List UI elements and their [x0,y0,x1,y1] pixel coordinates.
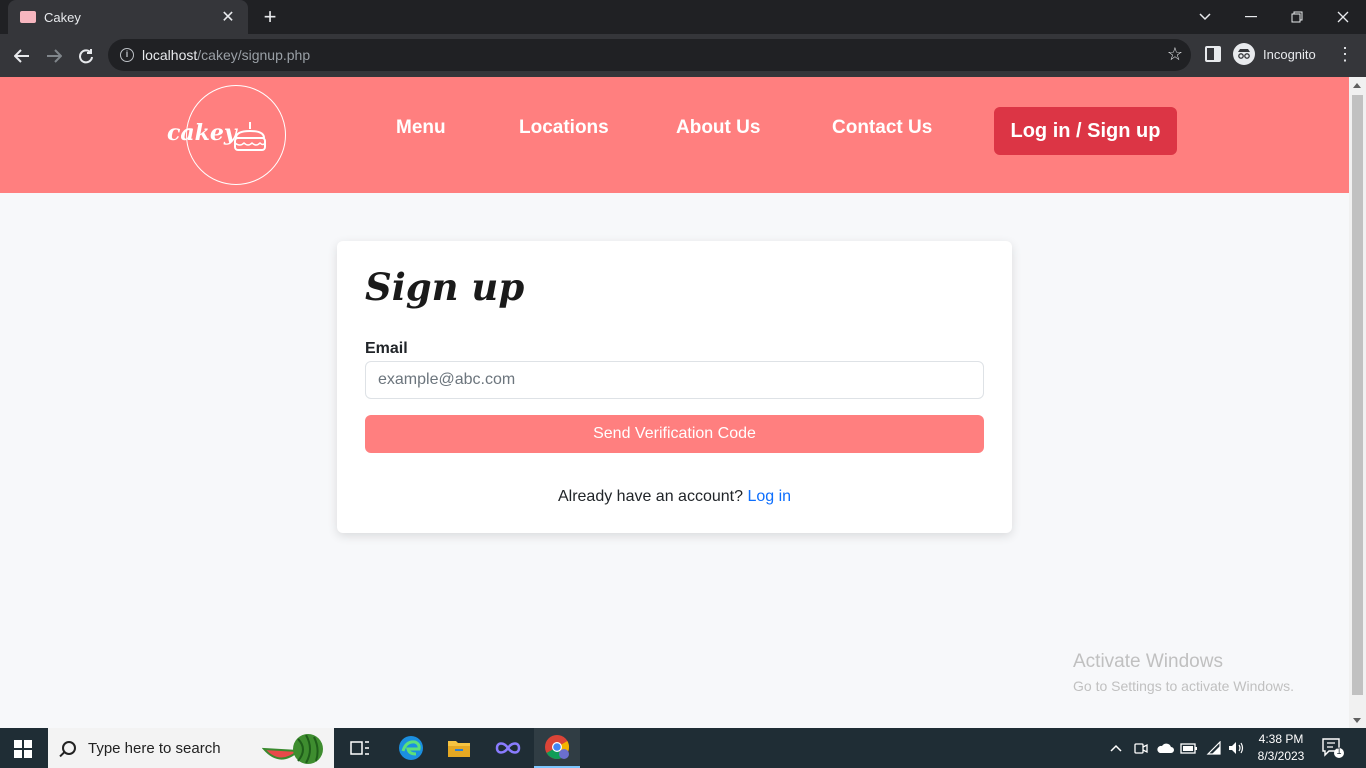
incognito-indicator[interactable]: Incognito [1233,43,1316,65]
signup-card: Sign up Email Send Verification Code Alr… [337,241,1012,533]
side-panel-icon[interactable] [1205,46,1221,62]
browser-tab[interactable]: Cakey ✕ [8,0,248,34]
url-path: /cakey/signup.php [197,47,311,63]
logo-text: cakey [167,120,237,146]
notification-center-icon[interactable]: 1 [1322,738,1344,758]
nav-contact-us[interactable]: Contact Us [832,117,932,139]
watermark-title: Activate Windows [1073,651,1223,672]
windows-taskbar: Type here to search 4:38 PM 8/3/2023 1 [0,728,1366,768]
reload-button[interactable] [72,42,100,70]
browser-toolbar: i localhost/cakey/signup.php ☆ Incognito… [0,34,1366,77]
browser-menu-icon[interactable]: ⋮ [1336,44,1354,65]
new-tab-button[interactable]: + [258,5,282,29]
close-window-button[interactable] [1320,0,1366,34]
tab-title: Cakey [44,9,81,25]
nav-about-us[interactable]: About Us [676,117,760,139]
site-logo[interactable]: cakey [167,85,286,185]
login-prompt-text: Already have an account? [557,488,743,505]
email-label: Email [365,340,408,357]
onedrive-icon[interactable] [1156,728,1174,768]
bookmark-star-icon[interactable]: ☆ [1167,44,1183,65]
email-field[interactable] [365,361,984,399]
page-title: Sign up [365,265,525,309]
minimize-button[interactable] [1228,0,1274,34]
page-scrollbar[interactable] [1349,77,1366,728]
search-icon [62,741,76,755]
site-info-icon[interactable]: i [120,48,134,62]
infinity-app-icon[interactable] [485,728,531,768]
volume-icon[interactable] [1228,728,1246,768]
login-signup-button[interactable]: Log in / Sign up [994,107,1177,155]
file-explorer-icon[interactable] [436,728,482,768]
url-host: localhost [142,47,198,63]
watermelon-icon [262,734,323,764]
forward-button[interactable] [40,42,68,70]
nav-menu[interactable]: Menu [396,117,446,139]
page-viewport: cakey Menu Locations About Us Contact Us… [0,77,1349,728]
favicon-icon [20,11,36,23]
scroll-thumb[interactable] [1352,95,1363,695]
address-bar[interactable]: i localhost/cakey/signup.php ☆ [108,39,1191,71]
tab-search-icon[interactable] [1182,0,1228,34]
login-link[interactable]: Log in [747,488,791,505]
restore-button[interactable] [1274,0,1320,34]
browser-tabstrip: Cakey ✕ + [0,0,1366,34]
meet-now-icon[interactable] [1134,728,1148,768]
taskbar-search-box[interactable]: Type here to search [48,728,334,768]
clock-date: 8/3/2023 [1257,749,1305,763]
taskbar-search-placeholder: Type here to search [88,739,221,757]
chrome-icon[interactable] [534,728,580,768]
activate-windows-watermark: Activate Windows Go to Settings to activ… [1073,651,1294,694]
incognito-icon [1233,43,1255,65]
edge-icon[interactable] [388,728,434,768]
battery-icon[interactable] [1180,728,1198,768]
show-hidden-icons[interactable] [1110,728,1122,768]
clock-time: 4:38 PM [1258,732,1304,746]
incognito-label: Incognito [1263,46,1316,62]
send-verification-code-button[interactable]: Send Verification Code [365,415,984,453]
notification-count: 1 [1336,746,1342,756]
cake-icon [234,122,266,151]
login-prompt: Already have an account? Log in [337,488,1012,506]
watermark-subtitle: Go to Settings to activate Windows. [1073,678,1294,694]
nav-locations[interactable]: Locations [519,117,609,139]
back-button[interactable] [8,42,36,70]
wifi-icon[interactable] [1206,728,1222,768]
windows-start-icon[interactable] [14,740,32,758]
site-header: cakey Menu Locations About Us Contact Us… [0,77,1349,193]
close-tab-icon[interactable]: ✕ [218,7,238,27]
task-view-icon[interactable] [337,728,383,768]
scroll-down-icon[interactable] [1353,718,1361,723]
taskbar-clock[interactable]: 4:38 PM 8/3/2023 [1250,731,1312,765]
scroll-up-icon[interactable] [1353,83,1361,88]
